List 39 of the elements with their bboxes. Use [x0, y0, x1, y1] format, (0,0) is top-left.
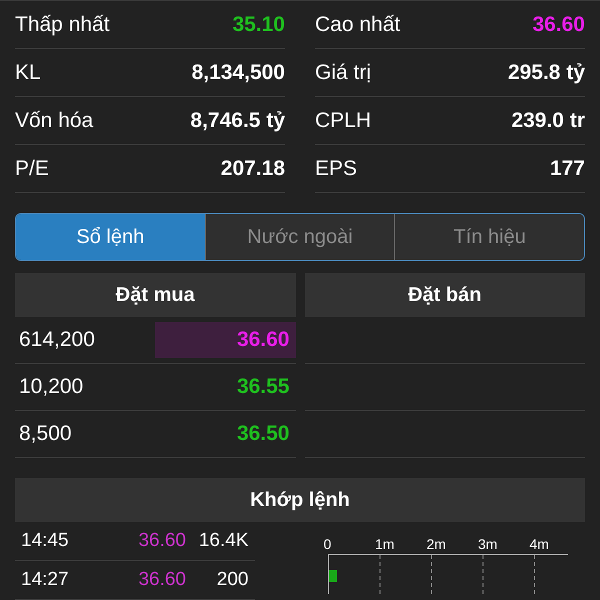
stat-label: Cao nhất — [315, 12, 400, 36]
volume-text: 200 — [216, 569, 248, 591]
price-text: 36.50 — [236, 421, 290, 447]
stat-value: 177 — [550, 156, 585, 180]
time-text: 14:45 — [21, 530, 70, 552]
price-text: 36.60 — [137, 569, 186, 591]
stat-label: Vốn hóa — [15, 108, 94, 132]
stat-label: KL — [15, 60, 41, 84]
volume-text: 10,200 — [18, 375, 84, 399]
axis-label: 1m — [375, 536, 396, 554]
stat-label: CPLH — [315, 108, 372, 132]
stat-value: 36.60 — [532, 12, 585, 36]
stat-value: 239.0 tr — [511, 108, 585, 132]
volume-text: 614,200 — [18, 328, 95, 352]
stat-label: Giá trị — [315, 60, 372, 84]
section-header: Khớp lệnh — [15, 478, 585, 522]
axis-label: 3m — [478, 536, 498, 554]
axis-label: 0 — [324, 536, 332, 554]
column-header: Đặt bán — [304, 273, 585, 317]
price-text: 36.60 — [137, 530, 186, 552]
stat-label: EPS — [315, 156, 358, 180]
stat-value: 35.10 — [232, 12, 285, 36]
time-text: 14:27 — [21, 569, 70, 591]
stat-label: Thấp nhất — [15, 12, 110, 36]
price-text: 36.55 — [236, 374, 290, 400]
tab[interactable]: Nước ngoài — [204, 214, 394, 260]
stat-value: 207.18 — [220, 156, 285, 180]
price-text: 36.60 — [154, 322, 296, 358]
axis-label: 4m — [530, 536, 550, 554]
stat-label: P/E — [15, 156, 49, 180]
volume-text: 8,500 — [18, 422, 72, 446]
column-header: Đặt mua — [15, 273, 296, 317]
stat-value: 295.8 tỷ — [508, 60, 585, 84]
stat-value: 8,746.5 tỷ — [190, 108, 285, 132]
tab[interactable]: Tín hiệu — [394, 214, 584, 260]
tab[interactable]: Sổ lệnh — [16, 214, 205, 260]
volume-text: 16.4K — [198, 530, 248, 552]
axis-label: 2m — [426, 536, 447, 554]
stat-value: 8,134,500 — [192, 60, 285, 84]
